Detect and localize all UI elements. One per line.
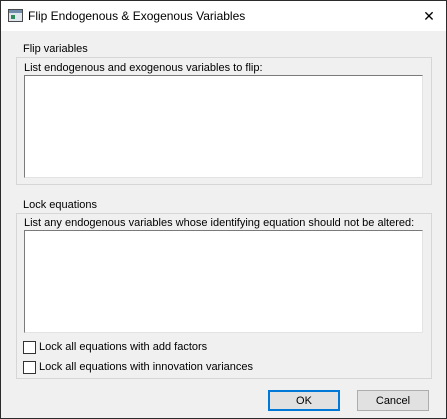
title-bar[interactable]: Flip Endogenous & Exogenous Variables ✕ — [1, 1, 446, 31]
ok-button[interactable]: OK — [268, 390, 340, 411]
window-app-icon — [8, 9, 23, 22]
lock-add-factors-label: Lock all equations with add factors — [39, 341, 208, 353]
close-button[interactable]: ✕ — [412, 1, 446, 31]
flip-variables-group-label: Flip variables — [23, 43, 88, 55]
lock-add-factors-checkbox[interactable] — [23, 340, 36, 354]
close-icon: ✕ — [423, 8, 435, 24]
lock-innovation-variances-option[interactable]: Lock all equations with innovation varia… — [23, 360, 253, 374]
cancel-button[interactable]: Cancel — [357, 390, 429, 411]
lock-add-factors-option[interactable]: Lock all equations with add factors — [23, 340, 207, 354]
lock-equations-group-label: Lock equations — [23, 199, 97, 211]
lock-equations-instruction: List any endogenous variables whose iden… — [24, 217, 415, 229]
lock-equations-textarea[interactable] — [24, 230, 423, 333]
dialog-window: Flip Endogenous & Exogenous Variables ✕ … — [0, 0, 447, 419]
lock-innovation-variances-checkbox[interactable] — [23, 360, 36, 374]
flip-variables-textarea[interactable] — [24, 75, 423, 178]
dialog-title: Flip Endogenous & Exogenous Variables — [28, 9, 246, 23]
lock-innovation-variances-label: Lock all equations with innovation varia… — [39, 361, 254, 373]
flip-variables-instruction: List endogenous and exogenous variables … — [24, 62, 263, 74]
